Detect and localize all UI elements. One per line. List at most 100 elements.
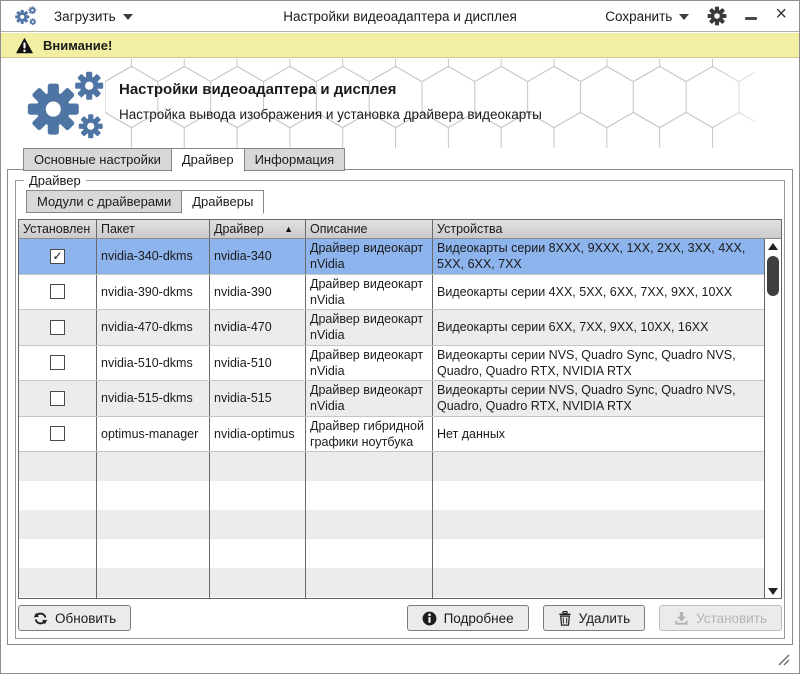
chevron-down-icon <box>123 14 133 20</box>
tab-main-settings[interactable]: Основные настройки <box>23 148 172 171</box>
empty-cell <box>19 597 97 598</box>
page-header: Настройки видеоадаптера и дисплея Настро… <box>1 59 799 148</box>
cell-devices: Видеокарты серии 8XXX, 9XXX, 1XX, 2XX, 3… <box>433 239 764 274</box>
save-menu-button[interactable]: Сохранить <box>605 9 689 24</box>
load-menu-button[interactable]: Загрузить <box>54 9 133 24</box>
empty-cell <box>97 481 210 510</box>
cell-installed: ✓ <box>19 239 97 274</box>
column-header-description[interactable]: Описание <box>306 220 433 238</box>
cell-driver: nvidia-515 <box>210 381 306 416</box>
close-button[interactable]: × <box>775 7 787 21</box>
driver-groupbox-legend: Драйвер <box>24 173 86 188</box>
empty-cell <box>306 481 433 510</box>
column-header-installed[interactable]: Установлен <box>19 220 97 238</box>
installed-checkbox[interactable] <box>50 284 65 299</box>
hexagon-fade <box>709 59 799 148</box>
delete-button[interactable]: Удалить <box>543 605 646 631</box>
refresh-label: Обновить <box>55 611 116 626</box>
cell-description: Драйвер видеокарт nVidia <box>306 275 433 310</box>
empty-cell <box>306 568 433 597</box>
cell-package: optimus-manager <box>97 417 210 452</box>
vertical-scrollbar[interactable] <box>764 239 781 598</box>
scrollbar-thumb[interactable] <box>767 256 779 296</box>
cell-package: nvidia-510-dkms <box>97 346 210 381</box>
empty-cell <box>210 568 306 597</box>
sort-asc-icon: ▲ <box>284 224 301 234</box>
empty-cell <box>19 510 97 539</box>
table-header: Установлен Пакет Драйвер▲ Описание Устро… <box>19 220 781 239</box>
column-header-package[interactable]: Пакет <box>97 220 210 238</box>
empty-table-row <box>19 452 764 481</box>
cell-installed <box>19 275 97 310</box>
empty-cell <box>210 510 306 539</box>
table-body: ✓nvidia-340-dkmsnvidia-340Драйвер видеок… <box>19 239 764 598</box>
empty-cell <box>433 452 764 481</box>
column-header-driver[interactable]: Драйвер▲ <box>210 220 306 238</box>
table-row[interactable]: nvidia-510-dkmsnvidia-510Драйвер видеока… <box>19 346 764 382</box>
empty-cell <box>97 568 210 597</box>
empty-table-row <box>19 568 764 597</box>
column-header-devices[interactable]: Устройства <box>433 220 781 238</box>
details-button[interactable]: Подробнее <box>407 605 529 631</box>
empty-cell <box>97 452 210 481</box>
driver-subtabs: Модули с драйверами Драйверы <box>26 190 263 214</box>
empty-cell <box>210 452 306 481</box>
empty-cell <box>433 510 764 539</box>
info-icon <box>422 611 437 626</box>
tab-driver-modules[interactable]: Модули с драйверами <box>26 190 182 213</box>
cell-driver: nvidia-340 <box>210 239 306 274</box>
empty-cell <box>19 568 97 597</box>
chevron-down-icon <box>679 14 689 20</box>
warning-text: Внимание! <box>43 38 112 53</box>
scroll-down-button[interactable] <box>765 584 781 598</box>
empty-cell <box>97 597 210 598</box>
page-title: Настройки видеоадаптера и дисплея <box>119 81 396 98</box>
empty-table-row <box>19 597 764 598</box>
table-row[interactable]: ✓nvidia-340-dkmsnvidia-340Драйвер видеок… <box>19 239 764 275</box>
empty-cell <box>19 539 97 568</box>
cell-package: nvidia-515-dkms <box>97 381 210 416</box>
tab-drivers[interactable]: Драйверы <box>181 190 264 214</box>
page-subtitle: Настройка вывода изображения и установка… <box>119 107 542 122</box>
installed-checkbox[interactable] <box>50 426 65 441</box>
minimize-button[interactable] <box>745 17 757 20</box>
warning-banner: Внимание! <box>1 33 799 58</box>
empty-cell <box>433 597 764 598</box>
table-row[interactable]: optimus-managernvidia-optimusДрайвер гиб… <box>19 417 764 453</box>
header-gears-icon <box>21 67 109 145</box>
cell-driver: nvidia-510 <box>210 346 306 381</box>
cell-driver: nvidia-470 <box>210 310 306 345</box>
triangle-down-icon <box>768 588 778 595</box>
installed-checkbox[interactable] <box>50 355 65 370</box>
table-row[interactable]: nvidia-390-dkmsnvidia-390Драйвер видеока… <box>19 275 764 311</box>
empty-table-row <box>19 481 764 510</box>
details-label: Подробнее <box>444 611 514 626</box>
empty-cell <box>433 539 764 568</box>
tab-driver[interactable]: Драйвер <box>171 148 245 172</box>
refresh-icon <box>33 611 48 626</box>
hexagon-pattern <box>105 59 755 148</box>
resize-grip[interactable] <box>778 654 790 666</box>
empty-cell <box>306 452 433 481</box>
cell-installed <box>19 310 97 345</box>
installed-checkbox[interactable] <box>50 320 65 335</box>
cell-package: nvidia-340-dkms <box>97 239 210 274</box>
drivers-table: Установлен Пакет Драйвер▲ Описание Устро… <box>18 219 782 599</box>
installed-checkbox[interactable]: ✓ <box>50 249 65 264</box>
scroll-up-button[interactable] <box>765 239 781 253</box>
load-menu-label: Загрузить <box>54 9 116 24</box>
table-row[interactable]: nvidia-515-dkmsnvidia-515Драйвер видеока… <box>19 381 764 417</box>
save-menu-label: Сохранить <box>605 9 672 24</box>
installed-checkbox[interactable] <box>50 391 65 406</box>
cell-installed <box>19 417 97 452</box>
table-row[interactable]: nvidia-470-dkmsnvidia-470Драйвер видеока… <box>19 310 764 346</box>
cell-devices: Видеокарты серии 6XX, 7XX, 9XX, 10XX, 16… <box>433 310 764 345</box>
install-button[interactable]: Установить <box>659 605 782 631</box>
trash-icon <box>558 611 572 626</box>
refresh-button[interactable]: Обновить <box>18 605 131 631</box>
settings-gear-icon[interactable] <box>707 6 727 26</box>
cell-installed <box>19 346 97 381</box>
cell-description: Драйвер видеокарт nVidia <box>306 346 433 381</box>
cell-devices: Видеокарты серии 4XX, 5XX, 6XX, 7XX, 9XX… <box>433 275 764 310</box>
tab-information[interactable]: Информация <box>244 148 346 171</box>
